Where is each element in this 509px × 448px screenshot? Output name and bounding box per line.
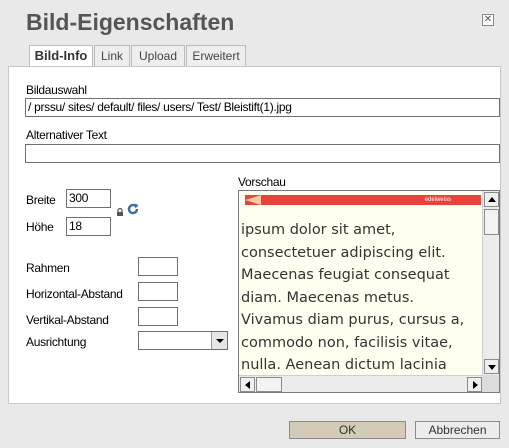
align-select[interactable] (138, 331, 228, 350)
ok-button[interactable]: OK (289, 421, 406, 439)
close-icon[interactable]: ✕ (482, 14, 494, 26)
preview-text: ipsum dolor sit amet, consectetuer adipi… (241, 222, 465, 373)
breite-input[interactable]: 300 (66, 189, 111, 208)
hspace-label: Horizontal-Abstand (26, 287, 123, 301)
scroll-left-button[interactable] (240, 377, 255, 392)
horizontal-scroll-thumb[interactable] (256, 377, 282, 392)
pencil-image: edelweiss (245, 195, 481, 205)
cancel-button[interactable]: Abbrechen (415, 421, 500, 439)
pencil-image-caption: edelweiss (424, 197, 451, 203)
tab-bild-info[interactable]: Bild-Info (29, 45, 93, 67)
tab-link[interactable]: Link (94, 45, 130, 66)
vspace-input[interactable] (138, 307, 178, 326)
image-properties-dialog: Bild-Eigenschaften ✕ Bild-Info Link Uplo… (0, 0, 509, 448)
lock-icon[interactable] (116, 208, 124, 216)
hoehe-label: Höhe (26, 220, 54, 234)
vertical-scroll-thumb[interactable] (484, 209, 499, 235)
scroll-right-button[interactable] (467, 377, 482, 392)
alttext-input[interactable] (25, 144, 500, 163)
arrow-right-icon (473, 381, 478, 389)
breite-label: Breite (26, 193, 56, 207)
chevron-down-icon[interactable] (211, 332, 227, 349)
hspace-input[interactable] (138, 282, 178, 301)
arrow-left-icon (245, 381, 250, 389)
scroll-up-button[interactable] (484, 192, 499, 207)
horizontal-scrollbar[interactable] (239, 375, 483, 392)
preview-label: Vorschau (238, 175, 286, 189)
dialog-title: Bild-Eigenschaften (26, 9, 235, 35)
vertical-scrollbar[interactable] (482, 191, 499, 375)
preview-box: edelweiss ipsum dolor sit amet, consecte… (238, 190, 500, 393)
scrollbar-corner (482, 375, 499, 392)
align-label: Ausrichtung (26, 335, 87, 349)
scroll-down-button[interactable] (484, 359, 499, 374)
bildauswahl-label: Bildauswahl (26, 83, 87, 97)
vspace-label: Vertikal-Abstand (26, 313, 109, 327)
tab-erweitert[interactable]: Erweitert (186, 45, 246, 66)
bildauswahl-input[interactable]: / prssu/ sites/ default/ files/ users/ T… (25, 98, 500, 117)
rahmen-input[interactable] (138, 257, 178, 276)
arrow-down-icon (488, 365, 496, 370)
reset-size-icon[interactable] (126, 202, 140, 216)
tab-upload[interactable]: Upload (131, 45, 185, 66)
arrow-up-icon (488, 197, 496, 202)
alttext-label: Alternativer Text (26, 128, 107, 142)
hoehe-input[interactable]: 18 (66, 217, 111, 236)
rahmen-label: Rahmen (26, 261, 70, 275)
pencil-tip-shape (245, 195, 261, 205)
